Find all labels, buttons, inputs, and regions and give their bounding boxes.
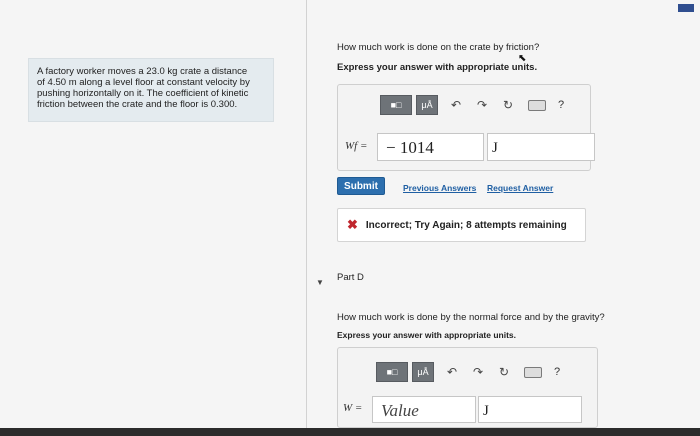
partc-value-input[interactable]: − 1014 [377, 133, 484, 161]
redo-icon[interactable]: ↷ [470, 364, 486, 380]
mouse-cursor-icon: ⬉ [518, 53, 527, 64]
partc-unit-input[interactable]: J [487, 133, 595, 161]
partd-value-input[interactable]: Value [372, 396, 476, 423]
collapse-arrow-icon[interactable]: ▼ [316, 278, 324, 287]
keyboard-icon[interactable] [524, 366, 542, 378]
keyboard-icon[interactable] [528, 99, 546, 111]
partd-instruction: Express your answer with appropriate uni… [337, 330, 517, 340]
undo-icon[interactable]: ↶ [444, 364, 460, 380]
help-icon[interactable]: ? [558, 99, 564, 111]
column-divider [306, 0, 307, 436]
submit-button[interactable]: Submit [337, 177, 385, 195]
feedback-message: ✖ Incorrect; Try Again; 8 attempts remai… [337, 208, 586, 242]
reset-icon[interactable]: ↻ [500, 97, 516, 113]
undo-icon[interactable]: ↶ [448, 97, 464, 113]
previous-answers-link[interactable]: Previous Answers [403, 183, 476, 193]
problem-line: of 4.50 m along a level floor at constan… [37, 77, 250, 88]
partd-unit-input[interactable]: J [478, 396, 582, 423]
units-button[interactable]: μÅ [416, 95, 438, 115]
partc-instruction: Express your answer with appropriate uni… [337, 62, 538, 73]
partd-toolbar: ■□ μÅ ↶ ↷ ↻ ? [376, 362, 560, 382]
partc-toolbar: ■□ μÅ ↶ ↷ ↻ ? [380, 95, 564, 115]
feedback-text: Incorrect; Try Again; 8 attempts remaini… [365, 219, 567, 231]
bottom-bar [0, 428, 700, 436]
template-grid-icon[interactable]: ■□ [376, 362, 408, 382]
problem-line: friction between the crate and the floor… [37, 99, 238, 110]
partd-label[interactable]: Part D [337, 272, 364, 283]
units-button[interactable]: μÅ [412, 362, 434, 382]
request-answer-link[interactable]: Request Answer [487, 183, 553, 193]
corner-mark [678, 4, 694, 12]
template-grid-icon[interactable]: ■□ [380, 95, 412, 115]
partd-question: How much work is done by the normal forc… [337, 312, 605, 323]
partc-question: How much work is done on the crate by fr… [337, 42, 540, 53]
problem-line: A factory worker moves a 23.0 kg crate a… [37, 66, 248, 77]
page: A factory worker moves a 23.0 kg crate a… [0, 0, 700, 436]
partd-variable-label: W = [343, 402, 363, 414]
redo-icon[interactable]: ↷ [474, 97, 490, 113]
incorrect-x-icon: ✖ [347, 217, 358, 232]
reset-icon[interactable]: ↻ [496, 364, 512, 380]
help-icon[interactable]: ? [554, 366, 560, 378]
partc-variable-label: Wf = [345, 140, 368, 152]
problem-line: pushing horizontally on it. The coeffici… [37, 88, 249, 99]
problem-statement: A factory worker moves a 23.0 kg crate a… [28, 58, 274, 122]
